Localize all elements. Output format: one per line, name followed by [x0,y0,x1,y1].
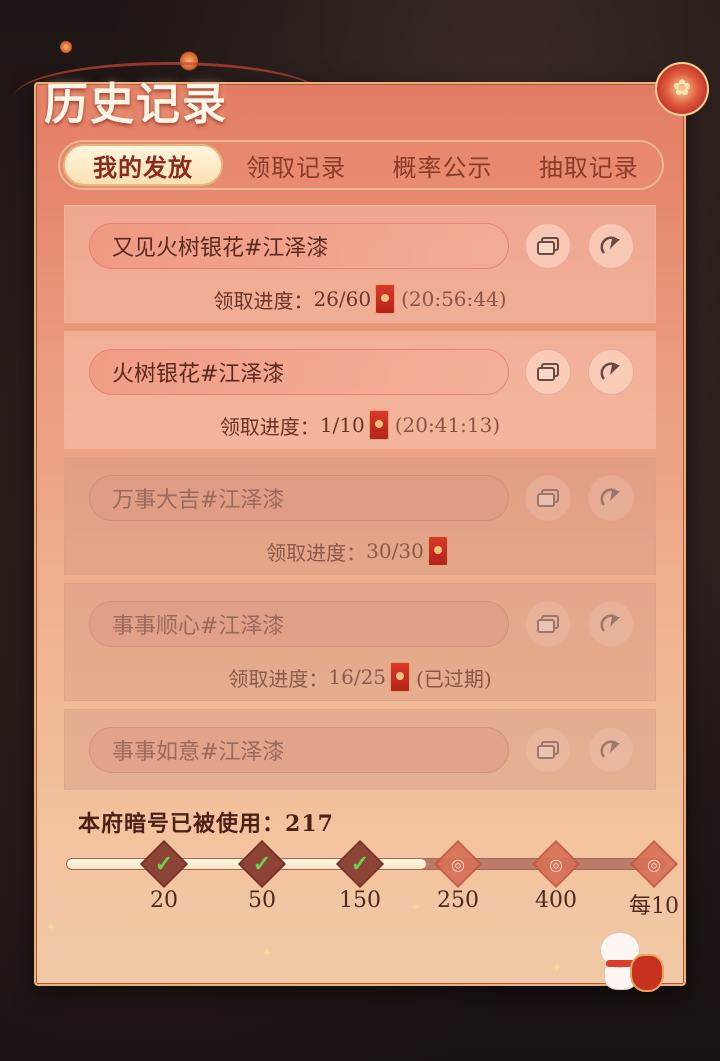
progress-value: 16/25 [328,665,387,689]
reward-icon: ◎ [549,854,563,874]
share-icon [600,614,620,632]
record-list[interactable]: 又见火树银花#江泽漆 领取进度： 26/60 (20:56:44) 火树银花#江… [64,205,656,790]
share-button[interactable] [588,727,634,773]
issue-time: (已过期) [416,666,492,691]
record-name: 火树银花#江泽漆 [89,349,509,395]
milestone-label: 150 [339,888,381,913]
record-name: 事事如意#江泽漆 [89,727,509,773]
milestone-label: 每10 [629,894,679,919]
page-title: 历史记录 [44,79,228,130]
red-envelope-icon [368,410,389,440]
milestone-label: 250 [437,888,479,913]
reward-icon: ◎ [647,854,661,874]
list-item: 事事如意#江泽漆 [64,709,656,790]
copy-icon [537,363,559,381]
tab-bar: 我的发放 领取记录 概率公示 抽取记录 [58,140,664,190]
check-icon: ✓ [350,851,370,877]
progress-label: 领取进度： [266,540,367,565]
sparkle-decoration: ✦ [262,946,273,960]
copy-icon [537,237,559,255]
progress-label: 领取进度： [228,666,329,691]
copy-button[interactable] [525,349,571,395]
check-icon: ✓ [252,851,272,877]
progress-info: 领取进度： 30/30 [65,536,655,566]
progress-info: 领取进度： 26/60 (20:56:44) [65,284,655,314]
progress-value: 1/10 [319,413,365,437]
record-name: 事事顺心#江泽漆 [89,601,509,647]
copy-button[interactable] [525,475,571,521]
red-envelope-icon [375,284,396,314]
list-item: 火树银花#江泽漆 领取进度： 1/10 (20:41:13) [64,331,656,449]
usage-count: 217 [285,811,334,837]
share-button[interactable] [588,601,634,647]
share-icon [600,740,620,758]
share-icon [600,236,620,254]
list-item: 事事顺心#江泽漆 领取进度： 16/25 (已过期) [64,583,656,701]
record-name: 万事大吉#江泽漆 [89,475,509,521]
usage-label: 本府暗号已被使用： [78,811,286,837]
reward-icon: ◎ [451,854,465,874]
list-item: 又见火树银花#江泽漆 领取进度： 26/60 (20:56:44) [64,205,656,323]
tab-probability[interactable]: 概率公示 [369,144,515,186]
sparkle-decoration: ✦ [552,960,563,974]
close-icon[interactable]: ✿ [655,62,709,116]
tab-draw-records[interactable]: 抽取记录 [516,144,662,186]
red-envelope-icon [427,536,448,566]
tab-my-issued[interactable]: 我的发放 [63,144,223,186]
sparkle-decoration: ✦ [410,900,421,914]
share-icon [600,488,620,506]
share-button[interactable] [588,223,634,269]
share-icon [600,362,620,380]
sparkle-decoration: ✦ [46,920,57,934]
lantern-decoration [60,40,72,54]
progress-label: 领取进度： [219,414,320,439]
mascot-figure [596,930,666,994]
tab-claim-records[interactable]: 领取记录 [223,144,369,186]
issue-time: (20:56:44) [401,287,507,311]
progress-info: 领取进度： 1/10 (20:41:13) [65,410,655,440]
milestone-label: 400 [535,888,577,913]
list-item: 万事大吉#江泽漆 领取进度： 30/30 [64,457,656,575]
copy-button[interactable] [525,727,571,773]
progress-value: 26/60 [313,287,372,311]
record-name: 又见火树银花#江泽漆 [89,223,509,269]
check-icon: ✓ [154,851,174,877]
copy-icon [537,615,559,633]
red-envelope-icon [390,662,411,692]
usage-info: 本府暗号已被使用：217 [78,806,334,838]
progress-info: 领取进度： 16/25 (已过期) [65,662,655,692]
milestone-label: 20 [150,888,178,913]
progress-value: 30/30 [366,539,424,563]
issue-time: (20:41:13) [394,413,501,437]
share-button[interactable] [588,349,634,395]
share-button[interactable] [588,475,634,521]
copy-icon [537,489,559,507]
progress-label: 领取进度： [213,288,314,313]
copy-button[interactable] [525,223,571,269]
milestone-label: 50 [248,888,276,913]
copy-button[interactable] [525,601,571,647]
copy-icon [537,741,559,759]
